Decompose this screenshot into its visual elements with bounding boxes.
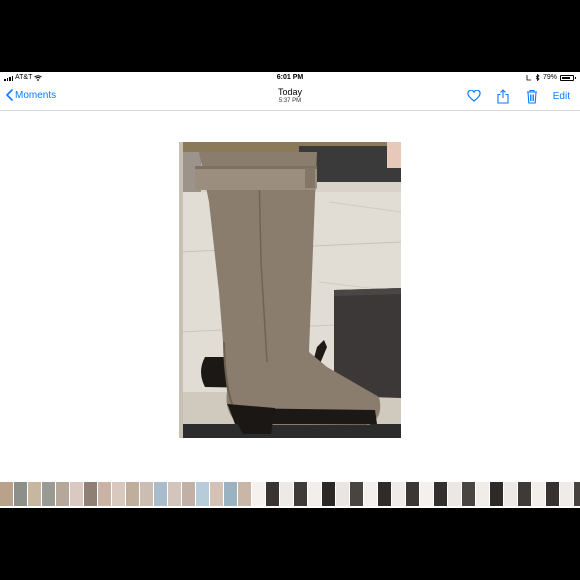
filmstrip-thumbnail[interactable]: [266, 482, 279, 506]
filmstrip-thumbnail[interactable]: [112, 482, 125, 506]
filmstrip-thumbnail[interactable]: [350, 482, 363, 506]
photo-viewer-screen: AT&T 6:01 PM 79% Moments Today 5:37 PM E…: [0, 72, 580, 508]
filmstrip-thumbnail[interactable]: [378, 482, 391, 506]
share-icon: [497, 88, 509, 104]
status-time: 6:01 PM: [276, 74, 304, 81]
battery-icon: [560, 74, 576, 81]
filmstrip-thumbnail[interactable]: [56, 482, 69, 506]
filmstrip-thumbnail[interactable]: [168, 482, 181, 506]
filmstrip-thumbnail[interactable]: [560, 482, 573, 506]
filmstrip-thumbnail[interactable]: [126, 482, 139, 506]
filmstrip-thumbnail[interactable]: [70, 482, 83, 506]
status-bar: AT&T 6:01 PM 79%: [0, 72, 580, 84]
filmstrip-thumbnail[interactable]: [504, 482, 517, 506]
filmstrip-thumbnail[interactable]: [84, 482, 97, 506]
boot-photo-image: [179, 142, 401, 438]
filmstrip-thumbnail[interactable]: [182, 482, 195, 506]
filmstrip-thumbnail[interactable]: [406, 482, 419, 506]
heart-icon: [467, 90, 481, 102]
filmstrip-thumbnail[interactable]: [0, 482, 13, 506]
filmstrip-thumbnail[interactable]: [280, 482, 293, 506]
filmstrip-thumbnail[interactable]: [322, 482, 335, 506]
nav-actions: Edit: [466, 88, 570, 104]
filmstrip-thumbnail[interactable]: [434, 482, 447, 506]
navigation-bar: Moments Today 5:37 PM Edit: [0, 84, 580, 111]
filmstrip-thumbnail[interactable]: [210, 482, 223, 506]
filmstrip-thumbnail[interactable]: [420, 482, 433, 506]
trash-icon: [526, 89, 537, 104]
filmstrip-thumbnail[interactable]: [476, 482, 489, 506]
bluetooth-icon: [535, 74, 540, 81]
filmstrip-thumbnail[interactable]: [448, 482, 461, 506]
filmstrip-thumbnail[interactable]: [364, 482, 377, 506]
battery-percent: 79%: [542, 74, 557, 81]
filmstrip-thumbnail[interactable]: [98, 482, 111, 506]
filmstrip-thumbnail[interactable]: [42, 482, 55, 506]
boot-photo[interactable]: [179, 142, 401, 438]
filmstrip-thumbnail[interactable]: [238, 482, 251, 506]
filmstrip-thumbnail[interactable]: [490, 482, 503, 506]
filmstrip-thumbnail[interactable]: [140, 482, 153, 506]
filmstrip-thumbnail[interactable]: [196, 482, 209, 506]
delete-button[interactable]: [524, 88, 540, 104]
filmstrip-thumbnail[interactable]: [392, 482, 405, 506]
share-button[interactable]: [495, 88, 511, 104]
filmstrip-thumbnail[interactable]: [336, 482, 349, 506]
edit-button[interactable]: Edit: [553, 91, 570, 102]
filmstrip-thumbnail[interactable]: [518, 482, 531, 506]
battery-level: [562, 76, 570, 79]
filmstrip-thumbnail[interactable]: [574, 482, 580, 506]
filmstrip-thumbnail[interactable]: [252, 482, 265, 506]
photo-filmstrip[interactable]: [0, 482, 580, 506]
status-right: 79%: [526, 74, 576, 81]
filmstrip-thumbnail[interactable]: [224, 482, 237, 506]
filmstrip-thumbnail[interactable]: [546, 482, 559, 506]
orientation-lock-icon: [526, 75, 531, 81]
favorite-button[interactable]: [466, 88, 482, 104]
filmstrip-thumbnail[interactable]: [154, 482, 167, 506]
filmstrip-thumbnail[interactable]: [308, 482, 321, 506]
filmstrip-thumbnail[interactable]: [532, 482, 545, 506]
filmstrip-thumbnail[interactable]: [294, 482, 307, 506]
filmstrip-thumbnail[interactable]: [28, 482, 41, 506]
filmstrip-thumbnail[interactable]: [462, 482, 475, 506]
filmstrip-thumbnail[interactable]: [14, 482, 27, 506]
